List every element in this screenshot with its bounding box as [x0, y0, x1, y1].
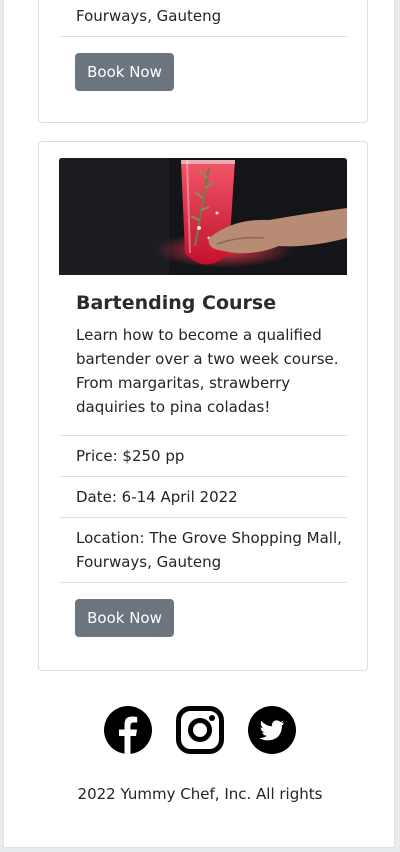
course-image	[59, 158, 347, 275]
card-divider	[59, 435, 347, 436]
book-now-button[interactable]: Book Now	[75, 599, 174, 637]
date-text: Date: 6-14 April 2022	[76, 488, 238, 506]
instagram-icon[interactable]	[176, 706, 224, 754]
copyright-text: 2022 Yummy Chef, Inc. All rights	[77, 785, 323, 803]
location-text: Location: The Grove Shopping Mall, Fourw…	[59, 526, 342, 574]
card-divider	[59, 36, 347, 37]
location-line-2: Fourways, Gauteng	[76, 553, 222, 571]
course-description: Learn how to become a qualified bartende…	[76, 326, 339, 416]
location-line-1: Location: The Grove Shopping Mall,	[76, 529, 342, 547]
card-divider	[59, 476, 347, 477]
course-card-bartending: Bartending Course Learn how to become a …	[38, 141, 368, 671]
course-card-previous: Fourways, Gauteng Book Now	[38, 0, 368, 123]
twitter-icon[interactable]	[248, 706, 296, 754]
location-text: Fourways, Gauteng	[76, 7, 222, 25]
facebook-icon[interactable]	[104, 706, 152, 754]
page: Fourways, Gauteng Book Now Bartending Co…	[3, 0, 395, 848]
card-divider	[59, 517, 347, 518]
book-now-button[interactable]: Book Now	[75, 53, 174, 91]
price-text: Price: $250 pp	[76, 447, 185, 465]
card-divider	[59, 582, 347, 583]
course-title: Bartending Course	[76, 292, 277, 314]
